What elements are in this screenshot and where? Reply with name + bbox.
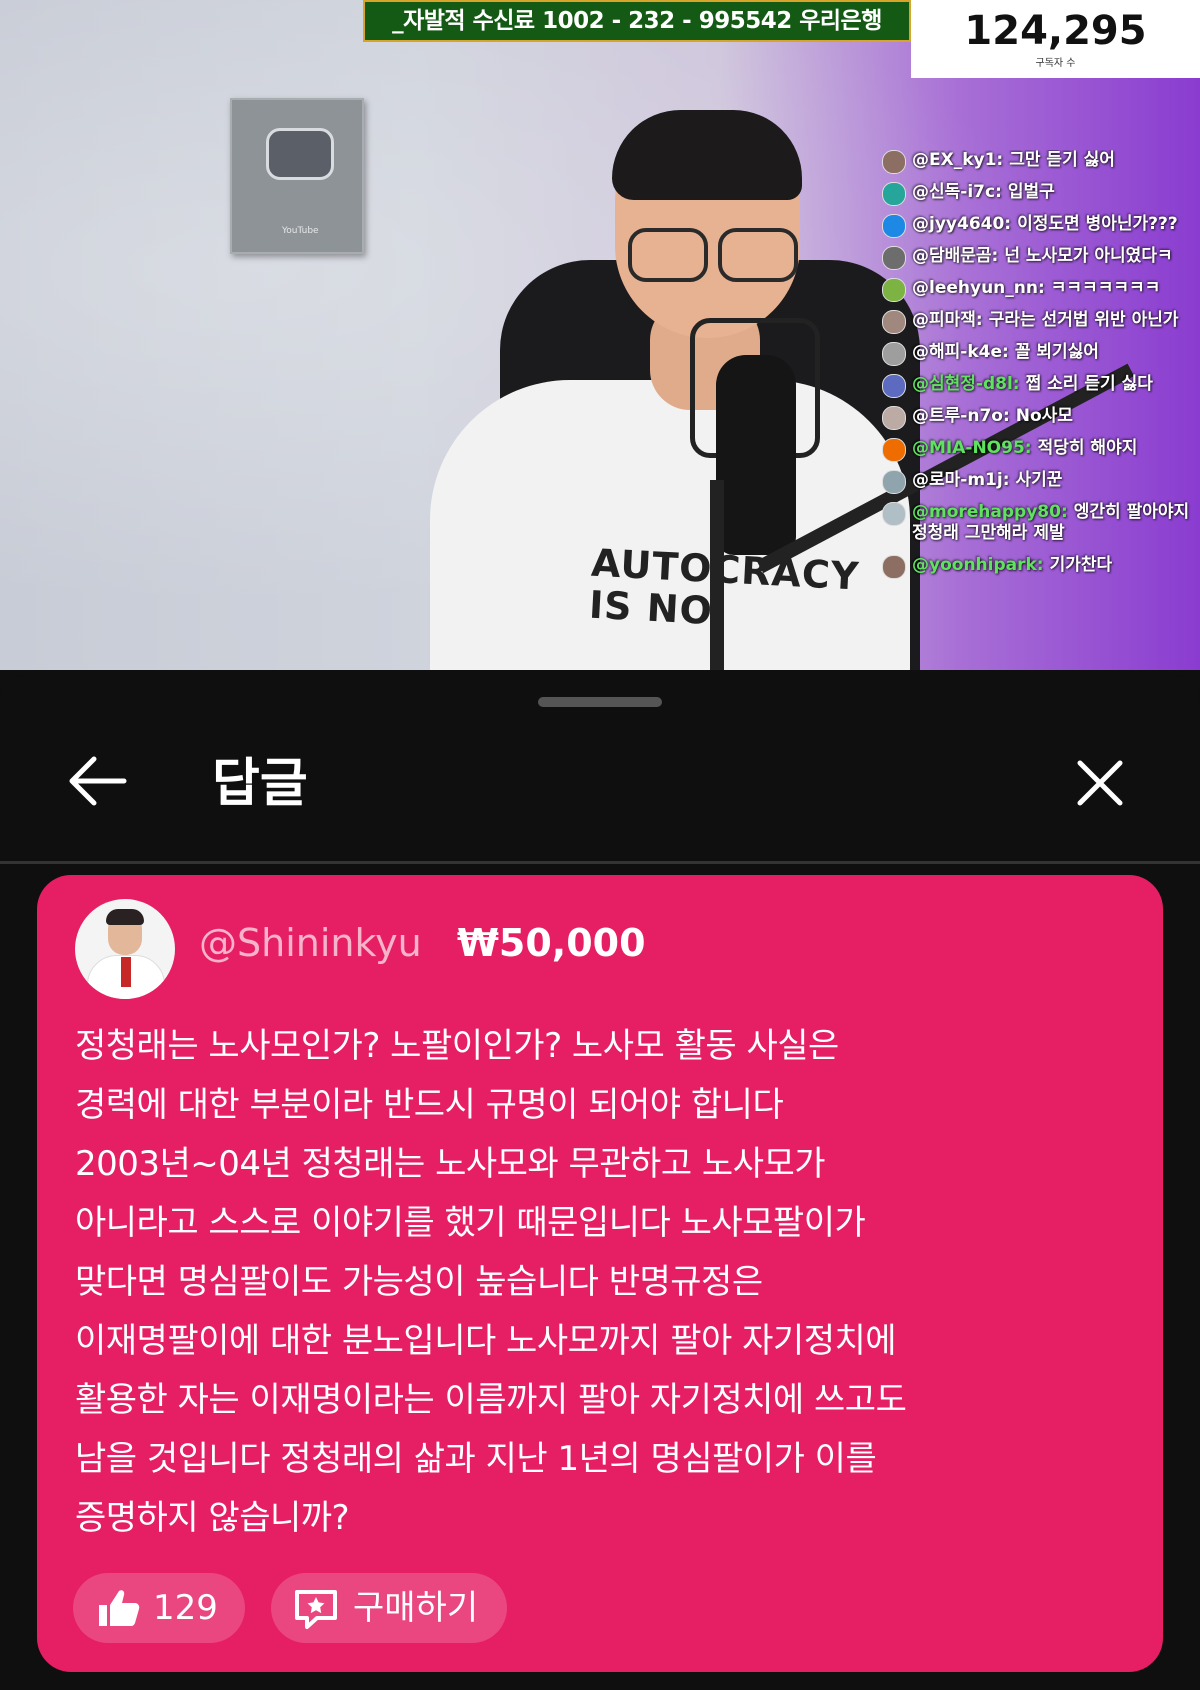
silver-play-button-plaque: YouTube: [230, 98, 364, 254]
arrow-left-icon: [69, 756, 127, 806]
chat-avatar: [882, 246, 906, 270]
chat-message: @EX_ky1: 그만 듣기 싫어: [880, 150, 1200, 174]
chat-text: 입벌구: [1007, 182, 1055, 202]
comment-username[interactable]: @Shininkyu: [199, 919, 422, 967]
chat-text: 쩝 소리 듣기 싫다: [1025, 374, 1153, 394]
subscriber-label: 구독자 수: [1035, 58, 1076, 69]
shirt-print: AUTOCRACY IS NO: [587, 540, 861, 634]
super-chat-comment-card: @Shininkyu ₩50,000 정청래는 노사모인가? 노팔이인가? 노사…: [37, 875, 1163, 1672]
play-button-award: [266, 128, 334, 180]
chat-avatar: [882, 182, 906, 206]
chat-message: @morehappy80: 엥간히 팔아야지 정청래 그만해라 제발: [880, 502, 1200, 544]
buy-button[interactable]: 구매하기: [271, 1573, 507, 1643]
header-divider: [0, 861, 1200, 864]
close-icon: [1077, 760, 1123, 806]
chat-avatar: [882, 502, 906, 526]
chat-text: 적당히 해야지: [1037, 438, 1138, 458]
mic-stand: [710, 480, 724, 670]
chat-username: @피마잭:: [912, 310, 983, 330]
chat-text: ㅋㅋㅋㅋㅋㅋㅋ: [1050, 278, 1161, 298]
like-count: 129: [153, 1588, 218, 1628]
subscriber-count: 124,295: [964, 8, 1147, 54]
chat-avatar: [882, 342, 906, 366]
chat-avatar: [882, 406, 906, 430]
chat-username: @yoonhipark:: [912, 555, 1044, 575]
chat-username: @leehyun_nn:: [912, 278, 1045, 298]
chat-avatar: [882, 374, 906, 398]
chat-text: No사모: [1015, 406, 1073, 426]
chat-message: @해피-k4e: 꼴 뵈기싫어: [880, 342, 1200, 366]
chat-text: 넌 노사모가 아니였다ㅋ: [1004, 246, 1173, 266]
chat-text: 그만 듣기 싫어: [1009, 150, 1115, 170]
chat-message: @jyy4640: 이정도면 병아닌가???: [880, 214, 1200, 238]
avatar[interactable]: [75, 899, 175, 999]
replies-panel: 답글 @Shininkyu ₩50,000 정청래는 노사모인가? 노팔이인가?…: [0, 675, 1200, 1690]
drag-handle[interactable]: [538, 697, 662, 707]
close-button[interactable]: [1070, 753, 1130, 813]
subscriber-counter: 124,295 구독자 수: [911, 0, 1200, 78]
live-chat-overlay: @EX_ky1: 그만 듣기 싫어 @신독-i7c: 입벌구 @jyy4640: 이정도면…: [880, 150, 1200, 670]
live-video-player[interactable]: YouTube AUTOCRACY IS NO _자발적 수신료 1002 - …: [0, 0, 1200, 670]
chat-username: @신독-i7c:: [912, 182, 1002, 202]
chat-username: @해피-k4e:: [912, 342, 1009, 362]
chat-username: @담배문곰:: [912, 246, 999, 266]
chat-text: 꼴 뵈기싫어: [1014, 342, 1099, 362]
chat-text: 이정도면 병아닌가???: [1017, 214, 1178, 234]
glasses: [628, 228, 798, 282]
chat-username: @EX_ky1:: [912, 150, 1004, 170]
chat-message: @yoonhipark: 기가찬다: [880, 555, 1200, 579]
chat-avatar: [882, 310, 906, 334]
chat-text: 구라는 선거법 위반 아닌가: [988, 310, 1179, 330]
back-button[interactable]: [66, 751, 130, 811]
chat-avatar: [882, 278, 906, 302]
like-button[interactable]: 129: [73, 1573, 245, 1643]
chat-avatar: [882, 214, 906, 238]
chat-message: @신독-i7c: 입벌구: [880, 182, 1200, 206]
chat-username: @트루-n7o:: [912, 406, 1010, 426]
donation-amount: ₩50,000: [457, 921, 646, 965]
buy-label: 구매하기: [353, 1588, 479, 1628]
chat-message: @심현정-d8l: 쩝 소리 듣기 싫다: [880, 374, 1200, 398]
chat-message: @피마잭: 구라는 선거법 위반 아닌가: [880, 310, 1200, 334]
chat-message: @트루-n7o: No사모: [880, 406, 1200, 430]
chat-username: @로마-m1j:: [912, 470, 1010, 490]
microphone: [716, 355, 796, 555]
chat-username: @jyy4640:: [912, 214, 1012, 234]
chat-message: @leehyun_nn: ㅋㅋㅋㅋㅋㅋㅋ: [880, 278, 1200, 302]
comment-body: 정청래는 노사모인가? 노팔이인가? 노사모 활동 사실은 경력에 대한 부분이…: [75, 1026, 907, 1538]
chat-username: @심현정-d8l:: [912, 374, 1020, 394]
chat-message: @MIA-NO95: 적당히 해야지: [880, 438, 1200, 462]
donation-account-banner: _자발적 수신료 1002 - 232 - 995542 우리은행: [363, 0, 911, 42]
streamer-hair: [612, 110, 802, 200]
chat-text: 기가찬다: [1049, 555, 1113, 575]
panel-title: 답글: [212, 754, 308, 814]
chat-avatar: [882, 470, 906, 494]
thumbs-up-icon: [99, 1590, 140, 1626]
chat-username: @MIA-NO95:: [912, 438, 1032, 458]
chat-avatar: [882, 150, 906, 174]
chat-avatar: [882, 555, 906, 579]
chat-avatar: [882, 438, 906, 462]
chat-text: 사기꾼: [1015, 470, 1063, 490]
chat-message: @담배문곰: 넌 노사모가 아니였다ㅋ: [880, 246, 1200, 270]
super-thanks-icon: [295, 1590, 337, 1629]
chat-username: @morehappy80:: [912, 502, 1068, 522]
chat-message: @로마-m1j: 사기꾼: [880, 470, 1200, 494]
plaque-label: YouTube: [282, 226, 319, 236]
